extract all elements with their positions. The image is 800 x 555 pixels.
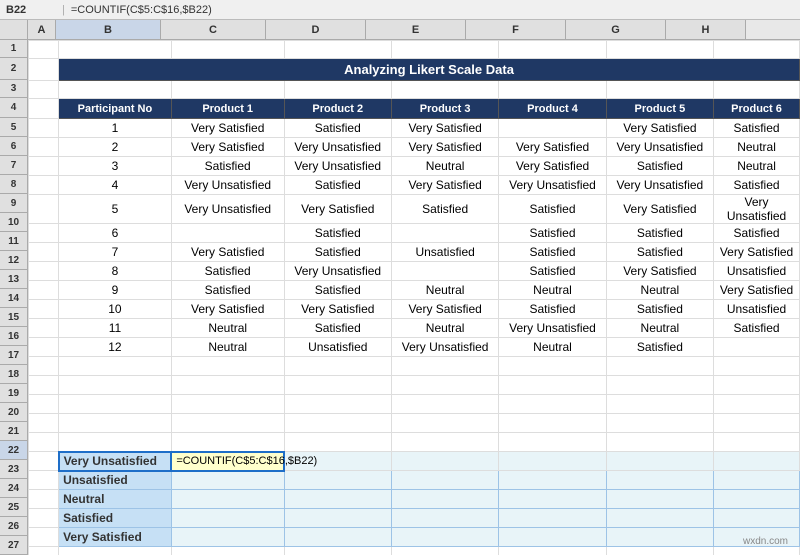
col-header-row: Participant No Product 1 Product 2 Produ… bbox=[29, 99, 800, 119]
spreadsheet: B22 | =COUNTIF(C$5:C$16,$B22) A B C D E … bbox=[0, 0, 800, 555]
formula-row-unsatisfied: Unsatisfied bbox=[29, 471, 800, 490]
row-8[interactable]: 8 bbox=[0, 175, 27, 194]
table-row: 11 Neutral Satisfied Neutral Very Unsati… bbox=[29, 319, 800, 338]
table-row bbox=[29, 395, 800, 414]
row-headers: 1 2 3 4 5 6 7 8 9 10 11 12 13 14 15 16 1… bbox=[0, 40, 28, 555]
col-product1-header: Product 1 bbox=[171, 99, 284, 119]
row-23[interactable]: 23 bbox=[0, 460, 27, 479]
row-14[interactable]: 14 bbox=[0, 289, 27, 308]
col-header-d[interactable]: D bbox=[266, 20, 366, 39]
col-header-h[interactable]: H bbox=[666, 20, 746, 39]
row-1[interactable]: 1 bbox=[0, 40, 27, 58]
watermark: wxdn.com bbox=[743, 536, 788, 547]
formula-row-very-satisfied: Very Satisfied bbox=[29, 528, 800, 547]
table-row: 7 Very Satisfied Satisfied Unsatisfied S… bbox=[29, 243, 800, 262]
table-row: 5 Very Unsatisfied Very Satisfied Satisf… bbox=[29, 195, 800, 224]
table-row: 12 Neutral Unsatisfied Very Unsatisfied … bbox=[29, 338, 800, 357]
row-15[interactable]: 15 bbox=[0, 308, 27, 327]
row-25[interactable]: 25 bbox=[0, 498, 27, 517]
col-participant-header: Participant No bbox=[59, 99, 172, 119]
table-row: 6 Satisfied Satisfied Satisfied Satisfie… bbox=[29, 224, 800, 243]
table-row bbox=[29, 433, 800, 452]
table-row: 9 Satisfied Satisfied Neutral Neutral Ne… bbox=[29, 281, 800, 300]
formula-row-satisfied: Satisfied bbox=[29, 509, 800, 528]
row-27[interactable]: 27 bbox=[0, 536, 27, 555]
row-26[interactable]: 26 bbox=[0, 517, 27, 536]
row-16[interactable]: 16 bbox=[0, 327, 27, 346]
formula-label-neutral[interactable]: Neutral bbox=[59, 490, 172, 509]
table-row: 3 Satisfied Very Unsatisfied Neutral Ver… bbox=[29, 157, 800, 176]
row-21[interactable]: 21 bbox=[0, 422, 27, 441]
table-row: 8 Satisfied Very Unsatisfied Satisfied V… bbox=[29, 262, 800, 281]
col-header-a[interactable]: A bbox=[28, 20, 56, 39]
row-7[interactable]: 7 bbox=[0, 156, 27, 175]
title-row: Analyzing Likert Scale Data bbox=[29, 59, 800, 81]
row-17[interactable]: 17 bbox=[0, 346, 27, 365]
row-19[interactable]: 19 bbox=[0, 384, 27, 403]
row-11[interactable]: 11 bbox=[0, 232, 27, 251]
row-18[interactable]: 18 bbox=[0, 365, 27, 384]
table-row bbox=[29, 376, 800, 395]
row-4[interactable]: 4 bbox=[0, 98, 27, 118]
formula-row-very-unsatisfied: Very Unsatisfied =COUNTIF(C$5:C$16,$B22) bbox=[29, 452, 800, 471]
sheet-content: Analyzing Likert Scale Data Partici bbox=[28, 40, 800, 555]
formula-label-very-satisfied[interactable]: Very Satisfied bbox=[59, 528, 172, 547]
row-5[interactable]: 5 bbox=[0, 118, 27, 137]
formula-label-unsatisfied[interactable]: Unsatisfied bbox=[59, 471, 172, 490]
table-row: 10 Very Satisfied Very Satisfied Very Sa… bbox=[29, 300, 800, 319]
table-row bbox=[29, 414, 800, 433]
col-header-f[interactable]: F bbox=[466, 20, 566, 39]
corner-header bbox=[0, 20, 28, 39]
spreadsheet-title: Analyzing Likert Scale Data bbox=[59, 59, 800, 81]
row-24[interactable]: 24 bbox=[0, 479, 27, 498]
table-row: 1 Very Satisfied Satisfied Very Satisfie… bbox=[29, 119, 800, 138]
row-13[interactable]: 13 bbox=[0, 270, 27, 289]
table-row bbox=[29, 81, 800, 99]
table-row bbox=[29, 547, 800, 555]
row-9[interactable]: 9 bbox=[0, 194, 27, 213]
col-product6-header: Product 6 bbox=[714, 99, 800, 119]
row-6[interactable]: 6 bbox=[0, 137, 27, 156]
col-product2-header: Product 2 bbox=[284, 99, 391, 119]
formula-bar[interactable]: =COUNTIF(C$5:C$16,$B22) bbox=[71, 4, 794, 16]
row-12[interactable]: 12 bbox=[0, 251, 27, 270]
table-row: 2 Very Satisfied Very Unsatisfied Very S… bbox=[29, 138, 800, 157]
col-header-g[interactable]: G bbox=[566, 20, 666, 39]
row-2[interactable]: 2 bbox=[0, 58, 27, 80]
formula-row-neutral: Neutral bbox=[29, 490, 800, 509]
col-product5-header: Product 5 bbox=[606, 99, 713, 119]
col-header-b[interactable]: B bbox=[56, 20, 161, 39]
row-10[interactable]: 10 bbox=[0, 213, 27, 232]
table-row bbox=[29, 41, 800, 59]
table-row bbox=[29, 357, 800, 376]
col-product3-header: Product 3 bbox=[391, 99, 498, 119]
col-product4-header: Product 4 bbox=[499, 99, 606, 119]
col-header-e[interactable]: E bbox=[366, 20, 466, 39]
formula-label-very-unsatisfied[interactable]: Very Unsatisfied bbox=[59, 452, 172, 471]
cell-reference: B22 bbox=[6, 4, 56, 16]
row-3[interactable]: 3 bbox=[0, 80, 27, 98]
table-row: 4 Very Unsatisfied Satisfied Very Satisf… bbox=[29, 176, 800, 195]
row-22[interactable]: 22 bbox=[0, 441, 27, 460]
formula-label-satisfied[interactable]: Satisfied bbox=[59, 509, 172, 528]
col-header-c[interactable]: C bbox=[161, 20, 266, 39]
row-20[interactable]: 20 bbox=[0, 403, 27, 422]
formula-cell-very-unsatisfied[interactable]: =COUNTIF(C$5:C$16,$B22) bbox=[171, 452, 284, 471]
